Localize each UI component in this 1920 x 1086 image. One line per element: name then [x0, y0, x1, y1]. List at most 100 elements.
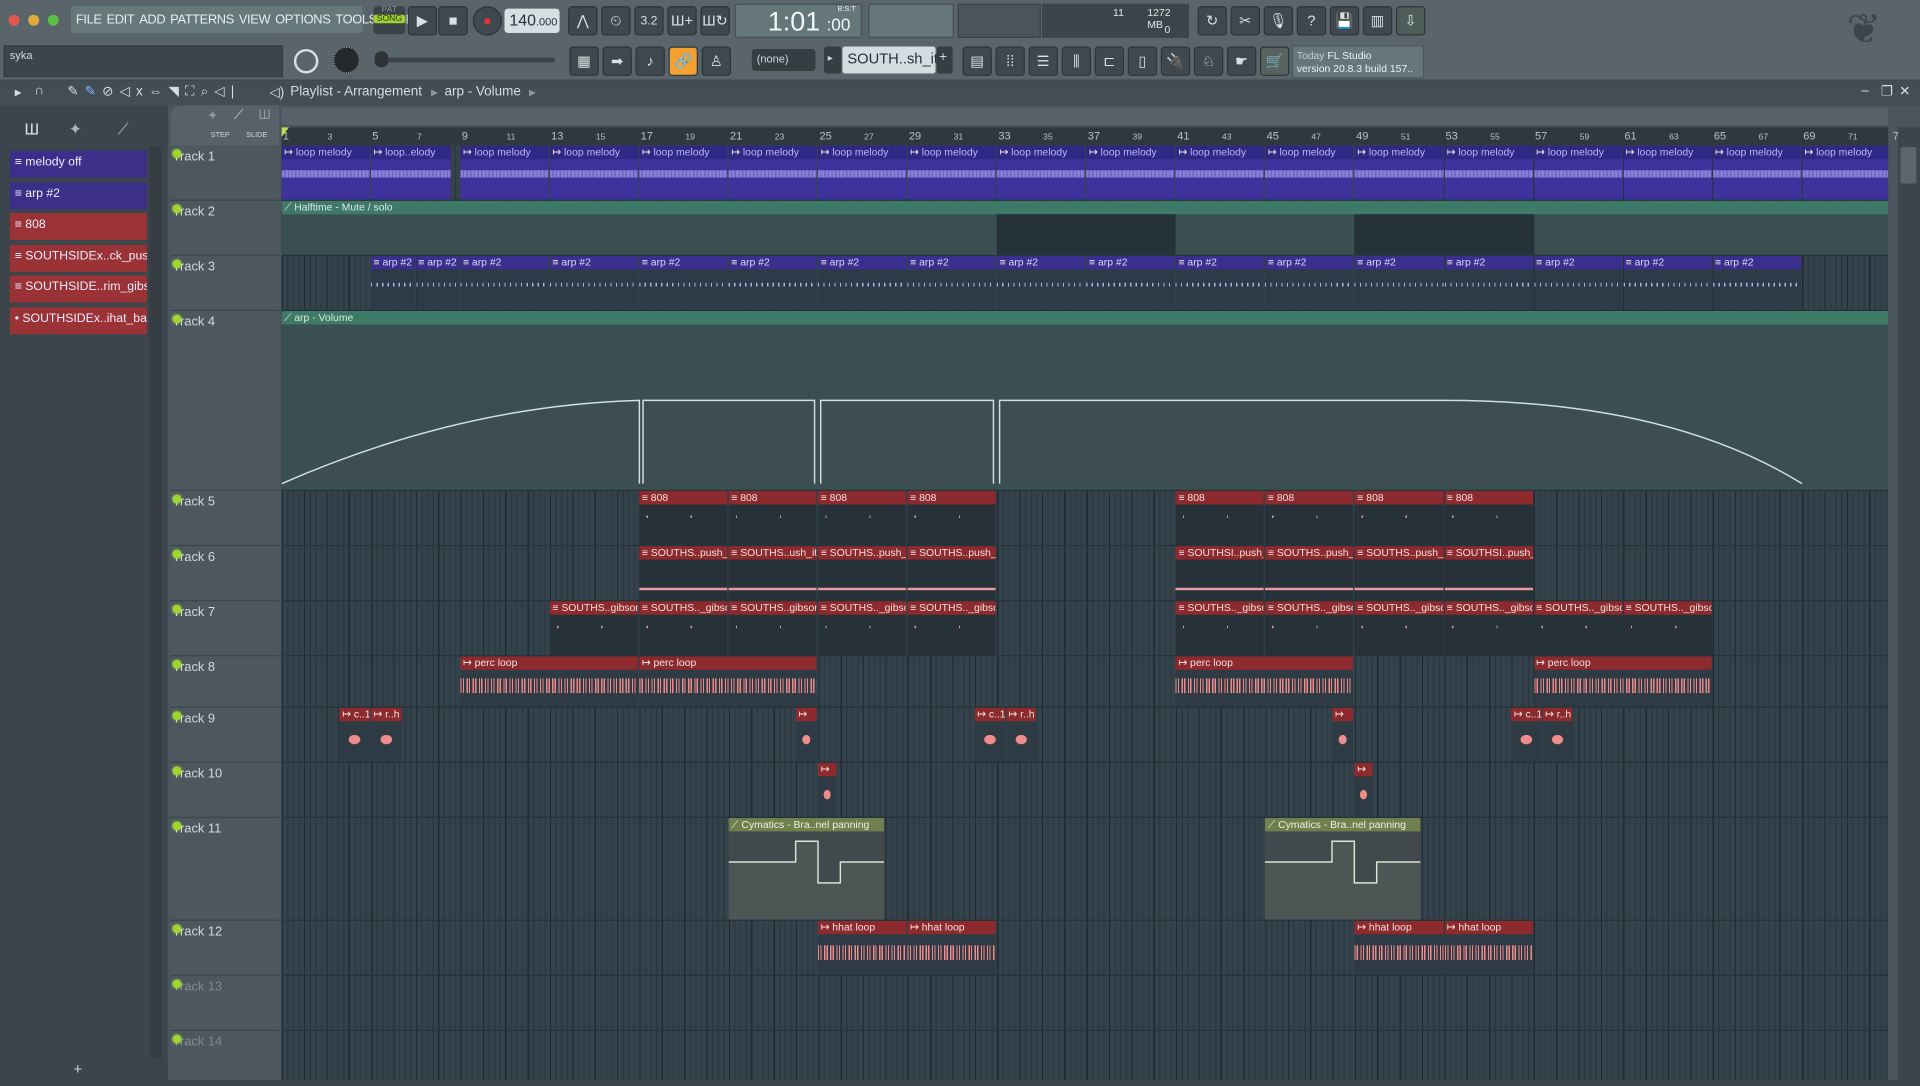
undo-button[interactable]: ↻ [1197, 6, 1227, 36]
track-header[interactable]: Track 4... [170, 311, 280, 492]
touch-controller-button[interactable]: ♘ [1193, 46, 1224, 76]
track-lane[interactable]: ≡ SOUTHS..gibson ≡ SOUTHS.._gibson ≡ SOUTH… [281, 601, 1889, 657]
playlist-clip[interactable]: ↦ loop melody [997, 145, 1086, 200]
playlist-clip[interactable]: ≡ 808 [1444, 491, 1533, 545]
playlist-clip[interactable]: ↦ loop melody [1623, 145, 1712, 200]
zoom-icon[interactable]: ⌕ [201, 84, 215, 99]
playlist-clip[interactable]: ↦ loop melody [1802, 145, 1889, 200]
track-lane[interactable]: ↦ ↦ [281, 762, 1889, 818]
track-header[interactable]: Track 12... [170, 921, 280, 976]
track-options-icon[interactable]: ... [185, 260, 194, 310]
track-options-icon[interactable]: ... [185, 924, 194, 974]
playlist-clip[interactable]: ≡ SOUTHS..push_it [818, 546, 907, 601]
browser-button[interactable]: ⊏ [1094, 46, 1125, 76]
playlist-clip[interactable]: ↦ [1354, 762, 1373, 817]
track-header[interactable]: Track 5... [170, 491, 280, 547]
track-lane[interactable]: ↦ perc loop ↦ perc loop ↦ perc loop ↦ perc … [281, 656, 1889, 708]
playlist-clip[interactable]: ↦ loop melody [639, 145, 728, 200]
track-lane[interactable]: ≡ arp #2 ≡ arp #2 ≡ arp #2 ≡ arp #2 ≡ arp #2… [281, 255, 1889, 312]
playlist-clip[interactable]: ↦ r..h [1006, 707, 1037, 762]
track-options-icon[interactable]: ... [185, 550, 194, 600]
record-audio-button[interactable]: 🎙 [1263, 6, 1294, 36]
playlist-clip[interactable]: ≡ SOUTHS..push_it [907, 546, 996, 601]
track-enable-led[interactable] [172, 1034, 182, 1044]
playlist-clip[interactable]: ↦ r..h [1542, 707, 1573, 762]
playlist-clip[interactable]: ↦ c..1 [974, 707, 1005, 762]
playlist-clip[interactable]: ↦ perc loop [1533, 656, 1712, 707]
playlist-clip[interactable]: ↦ loop melody [281, 145, 370, 200]
playlist-clip[interactable]: ≡ 808 [639, 491, 728, 545]
tempo-field[interactable]: 140.000 [504, 8, 560, 34]
export-audio-button[interactable]: ▥ [1362, 6, 1393, 36]
playlist-clip[interactable]: ≡ 808 [907, 491, 996, 545]
pat-song-toggle[interactable]: PAT SONG [373, 6, 406, 35]
track-options-icon[interactable]: ... [185, 149, 194, 199]
magnet-icon[interactable]: ∩ [34, 83, 44, 98]
menu-item-add[interactable]: ADD [139, 12, 165, 27]
countdown-button[interactable]: 3.2 [634, 6, 664, 36]
paint-icon[interactable]: ✎ [85, 84, 102, 99]
playlist-clip[interactable]: ↦ hhat loop [818, 920, 907, 975]
slider-handle[interactable] [374, 51, 389, 68]
shop-button[interactable]: 🛒 [1260, 46, 1290, 76]
channel-name-field[interactable]: syka [3, 45, 283, 78]
menu-item-view[interactable]: VIEW [239, 12, 271, 27]
window-restore-icon[interactable]: ❐ [1881, 83, 1893, 99]
track-lane[interactable] [282, 1031, 1889, 1080]
close-window-button[interactable] [8, 14, 20, 26]
audio-tab-icon[interactable]: ✦ [69, 120, 82, 140]
playlist-clip[interactable]: ↦ [1332, 707, 1354, 762]
track-enable-led[interactable] [172, 259, 182, 269]
playlist-clip[interactable]: ↦ c..1 [339, 707, 370, 762]
playlist-clip[interactable]: ↦ loop melody [907, 145, 996, 200]
project-button[interactable]: ▯ [1127, 46, 1158, 76]
link-button[interactable]: 🔗 [668, 46, 698, 76]
playlist-clip[interactable]: ↦ hhat loop [907, 920, 996, 975]
track-options-icon[interactable]: ... [185, 711, 194, 761]
breadcrumb-current[interactable]: arp - Volume [444, 84, 520, 99]
mute-icon[interactable]: ◁x [120, 84, 149, 99]
track-lane[interactable]: ⟋ arp - Volume [281, 311, 1889, 492]
menu-item-patterns[interactable]: PATTERNS [170, 12, 234, 27]
track-options-icon[interactable]: ... [185, 822, 194, 920]
track-header[interactable]: Track 8... [170, 656, 280, 708]
add-pattern-button[interactable]: + [936, 46, 953, 74]
step-edit-button[interactable]: Ш+ [667, 6, 697, 36]
track-enable-led[interactable] [172, 604, 182, 614]
menu-item-edit[interactable]: EDIT [107, 12, 135, 27]
download-button[interactable]: ⇩ [1395, 6, 1426, 36]
track-options-icon[interactable]: ... [185, 495, 194, 545]
playlist-clip[interactable]: ↦ loop melody [460, 145, 549, 200]
track-header[interactable]: Track 1... [170, 146, 280, 201]
playlist-clip[interactable]: ↦ perc loop [1175, 656, 1354, 707]
automation-clip[interactable]: ⟋ arp - Volume [281, 311, 1889, 490]
track-lane[interactable]: ↦ hhat loop ↦ hhat loop ↦ hhat loop ↦ hhat … [281, 920, 1889, 976]
playlist-clip[interactable]: ≡ SOUTHS..push_it [639, 546, 728, 601]
track-enable-led[interactable] [172, 766, 182, 776]
playlist-clip[interactable]: ≡ SOUTHS..gibson [728, 601, 818, 656]
play-button[interactable]: ▶ [407, 6, 438, 36]
patterns-tab-icon[interactable]: Ш [24, 120, 39, 138]
cut-button[interactable]: ✂ [1230, 6, 1261, 36]
pencil-icon[interactable]: ✎ [67, 84, 84, 99]
automation-clip[interactable]: ⟋ Halftime - Mute / solo [281, 200, 1889, 255]
track-header[interactable]: Track 13... [170, 976, 280, 1032]
track-enable-led[interactable] [172, 979, 182, 989]
save-button[interactable]: 💾 [1329, 6, 1360, 36]
track-enable-led[interactable] [172, 924, 182, 934]
playlist-clip[interactable]: ≡ SOUTHS..push_it [1354, 546, 1444, 601]
playlist-clip[interactable]: ≡ arp #2 [1175, 255, 1265, 310]
piano-roll-button[interactable]: ▦ [569, 46, 599, 76]
tutorial-button[interactable]: ☛ [1226, 46, 1257, 76]
track-header[interactable]: Track 7... [170, 601, 280, 657]
typing-keyboard-button[interactable]: ♙ [701, 46, 732, 76]
window-minimize-icon[interactable]: – [1861, 83, 1869, 98]
track-lane[interactable] [281, 976, 1889, 1032]
playlist-clip[interactable]: ≡ SOUTHS.._gibson [818, 601, 907, 656]
pattern-selector[interactable]: SOUTH..sh_it [842, 46, 938, 74]
minimize-window-button[interactable] [28, 14, 40, 26]
playlist-clip[interactable]: ≡ 808 [728, 491, 818, 545]
playlist-clip[interactable]: ↦ loop melody [1175, 145, 1265, 200]
picker-item[interactable]: ≡ melody off [9, 150, 147, 178]
playlist-clip[interactable]: ≡ SOUTHS.._gibson [1354, 601, 1444, 656]
